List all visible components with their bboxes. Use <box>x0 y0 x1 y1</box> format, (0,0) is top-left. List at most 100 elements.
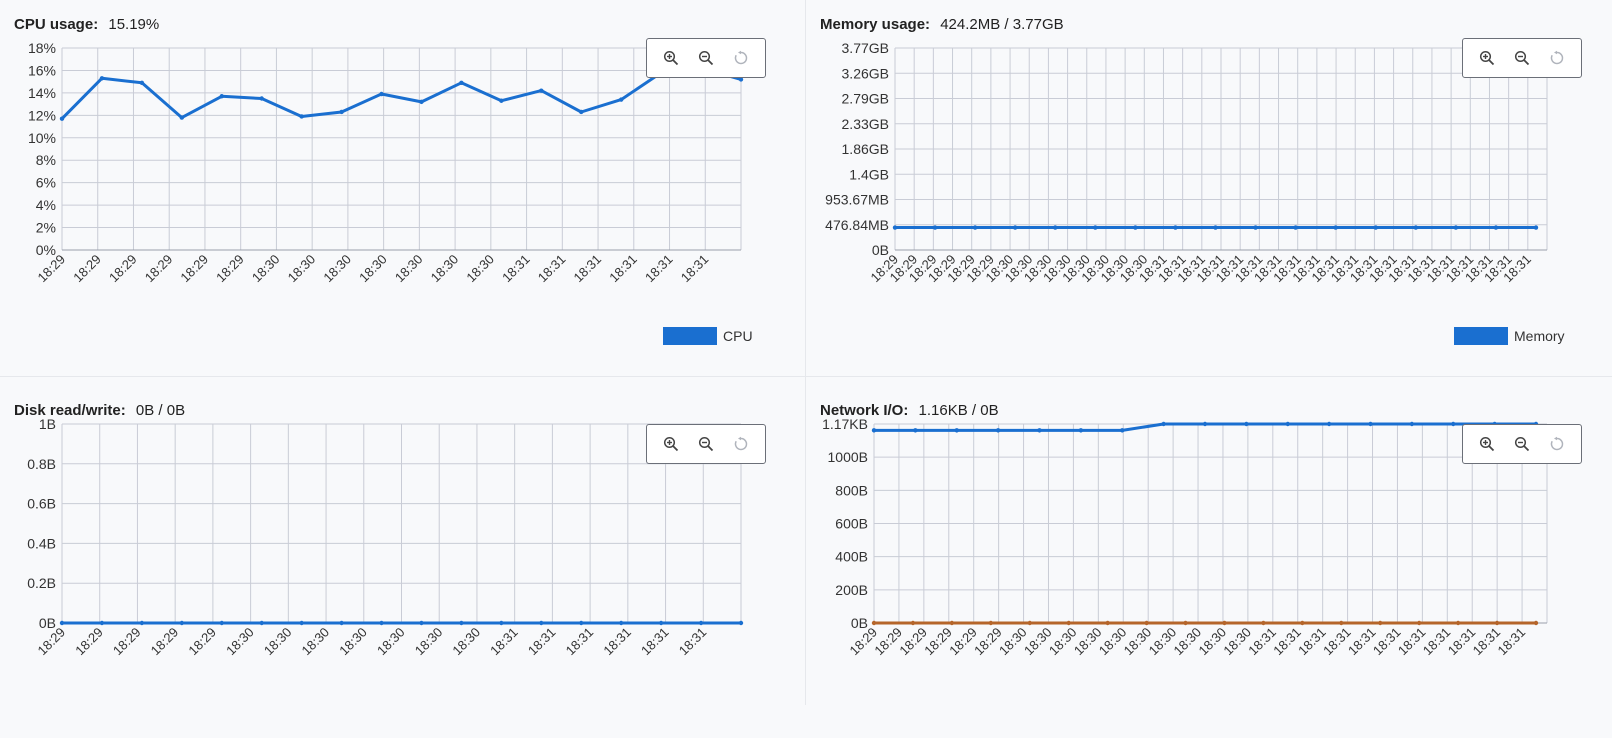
zoom-out-button[interactable] <box>694 46 718 70</box>
data-point <box>59 116 65 121</box>
x-tick-label: 18:29 <box>185 625 219 659</box>
data-point <box>1378 620 1383 626</box>
zoom-in-button[interactable] <box>1475 432 1499 456</box>
data-point <box>1066 620 1071 626</box>
data-point <box>995 428 1001 433</box>
x-tick-label: 18:30 <box>412 625 446 659</box>
data-point <box>1173 225 1178 230</box>
x-tick-label: 18:30 <box>463 252 497 286</box>
data-point <box>1161 421 1166 427</box>
x-tick-label: 18:31 <box>525 625 559 659</box>
chart-legend[interactable]: Memory <box>1454 327 1565 345</box>
legend-swatch <box>1454 327 1508 345</box>
y-tick-label: 0.6B <box>27 496 56 512</box>
x-tick-label: 18:30 <box>374 625 408 659</box>
reset-zoom-button[interactable] <box>729 46 753 70</box>
chart-legend[interactable]: CPU <box>663 327 753 345</box>
data-point <box>738 620 744 626</box>
x-tick-label: 18:29 <box>110 625 144 659</box>
reset-icon <box>1549 50 1565 66</box>
x-tick-label: 18:30 <box>1195 625 1229 659</box>
zoom-in-button[interactable] <box>1475 46 1499 70</box>
reset-zoom-button[interactable] <box>729 432 753 456</box>
data-point <box>179 115 185 120</box>
reset-zoom-button[interactable] <box>1545 432 1569 456</box>
y-tick-label: 200B <box>835 582 868 598</box>
data-point <box>379 620 384 626</box>
data-point <box>139 620 145 626</box>
data-point <box>1120 428 1125 433</box>
zoom-toolbar <box>1462 38 1582 78</box>
data-point <box>954 428 959 433</box>
x-tick-label: 18:29 <box>946 625 980 659</box>
x-tick-label: 18:31 <box>1395 625 1429 659</box>
x-tick-label: 18:31 <box>600 625 634 659</box>
data-point <box>1293 225 1298 230</box>
x-tick-label: 18:29 <box>106 252 140 286</box>
series-line <box>60 66 742 120</box>
zoom-in-icon <box>1479 436 1495 452</box>
reset-zoom-button[interactable] <box>1545 46 1569 70</box>
data-point <box>139 80 145 85</box>
data-point <box>1326 421 1332 427</box>
zoom-in-icon <box>1479 50 1495 66</box>
x-tick-label: 18:31 <box>571 252 605 286</box>
data-point <box>1494 620 1500 626</box>
x-tick-label: 18:30 <box>1071 625 1105 659</box>
data-point <box>1416 620 1422 626</box>
zoom-toolbar <box>1462 424 1582 464</box>
x-tick-label: 18:30 <box>249 252 283 286</box>
x-tick-label: 18:30 <box>996 625 1030 659</box>
zoom-in-button[interactable] <box>659 432 683 456</box>
y-tick-label: 1000B <box>828 449 868 465</box>
reset-icon <box>733 50 749 66</box>
x-tick-label: 18:30 <box>336 625 370 659</box>
x-tick-label: 18:30 <box>1096 625 1130 659</box>
x-tick-label: 18:30 <box>1121 625 1155 659</box>
zoom-out-button[interactable] <box>1510 432 1534 456</box>
data-point <box>910 620 916 626</box>
x-tick-label: 18:31 <box>1445 625 1479 659</box>
x-tick-label: 18:30 <box>449 625 483 659</box>
zoom-out-button[interactable] <box>694 432 718 456</box>
data-point <box>339 109 344 115</box>
y-tick-label: 10% <box>28 130 56 146</box>
data-point <box>1027 620 1032 626</box>
x-tick-label: 18:31 <box>563 625 597 659</box>
x-tick-label: 18:31 <box>1345 625 1379 659</box>
y-tick-label: 3.77GB <box>842 40 889 56</box>
y-tick-label: 1.4GB <box>849 166 889 182</box>
data-point <box>1144 620 1149 626</box>
data-point <box>99 620 105 626</box>
x-tick-label: 18:29 <box>871 625 905 659</box>
data-point <box>1053 225 1058 230</box>
y-tick-label: 4% <box>36 197 56 213</box>
x-tick-label: 18:31 <box>499 252 533 286</box>
data-point <box>892 225 898 230</box>
data-point <box>1078 428 1084 433</box>
data-point <box>988 620 994 626</box>
data-point <box>1413 225 1419 230</box>
y-tick-label: 8% <box>36 152 56 168</box>
x-tick-label: 18:31 <box>1320 625 1354 659</box>
data-point <box>1533 225 1539 230</box>
data-point <box>1533 620 1539 626</box>
y-tick-label: 0.8B <box>27 456 56 472</box>
data-point <box>259 96 264 101</box>
zoom-out-button[interactable] <box>1510 46 1534 70</box>
data-point <box>1202 421 1208 427</box>
data-point <box>1409 421 1415 427</box>
x-tick-label: 18:30 <box>428 252 462 286</box>
y-tick-label: 0.4B <box>27 535 56 551</box>
data-point <box>459 620 464 626</box>
zoom-in-icon <box>663 436 679 452</box>
zoom-in-button[interactable] <box>659 46 683 70</box>
x-tick-label: 18:31 <box>1495 625 1529 659</box>
legend-label: Memory <box>1514 328 1565 344</box>
data-point <box>579 620 584 626</box>
memory-usage-panel: Memory usage: 424.2MB / 3.77GB 3.77GB 3.2… <box>806 0 1612 352</box>
data-point <box>698 620 704 626</box>
y-tick-label: 953.67MB <box>825 192 889 208</box>
data-point <box>219 94 224 99</box>
x-tick-label: 18:31 <box>638 625 672 659</box>
